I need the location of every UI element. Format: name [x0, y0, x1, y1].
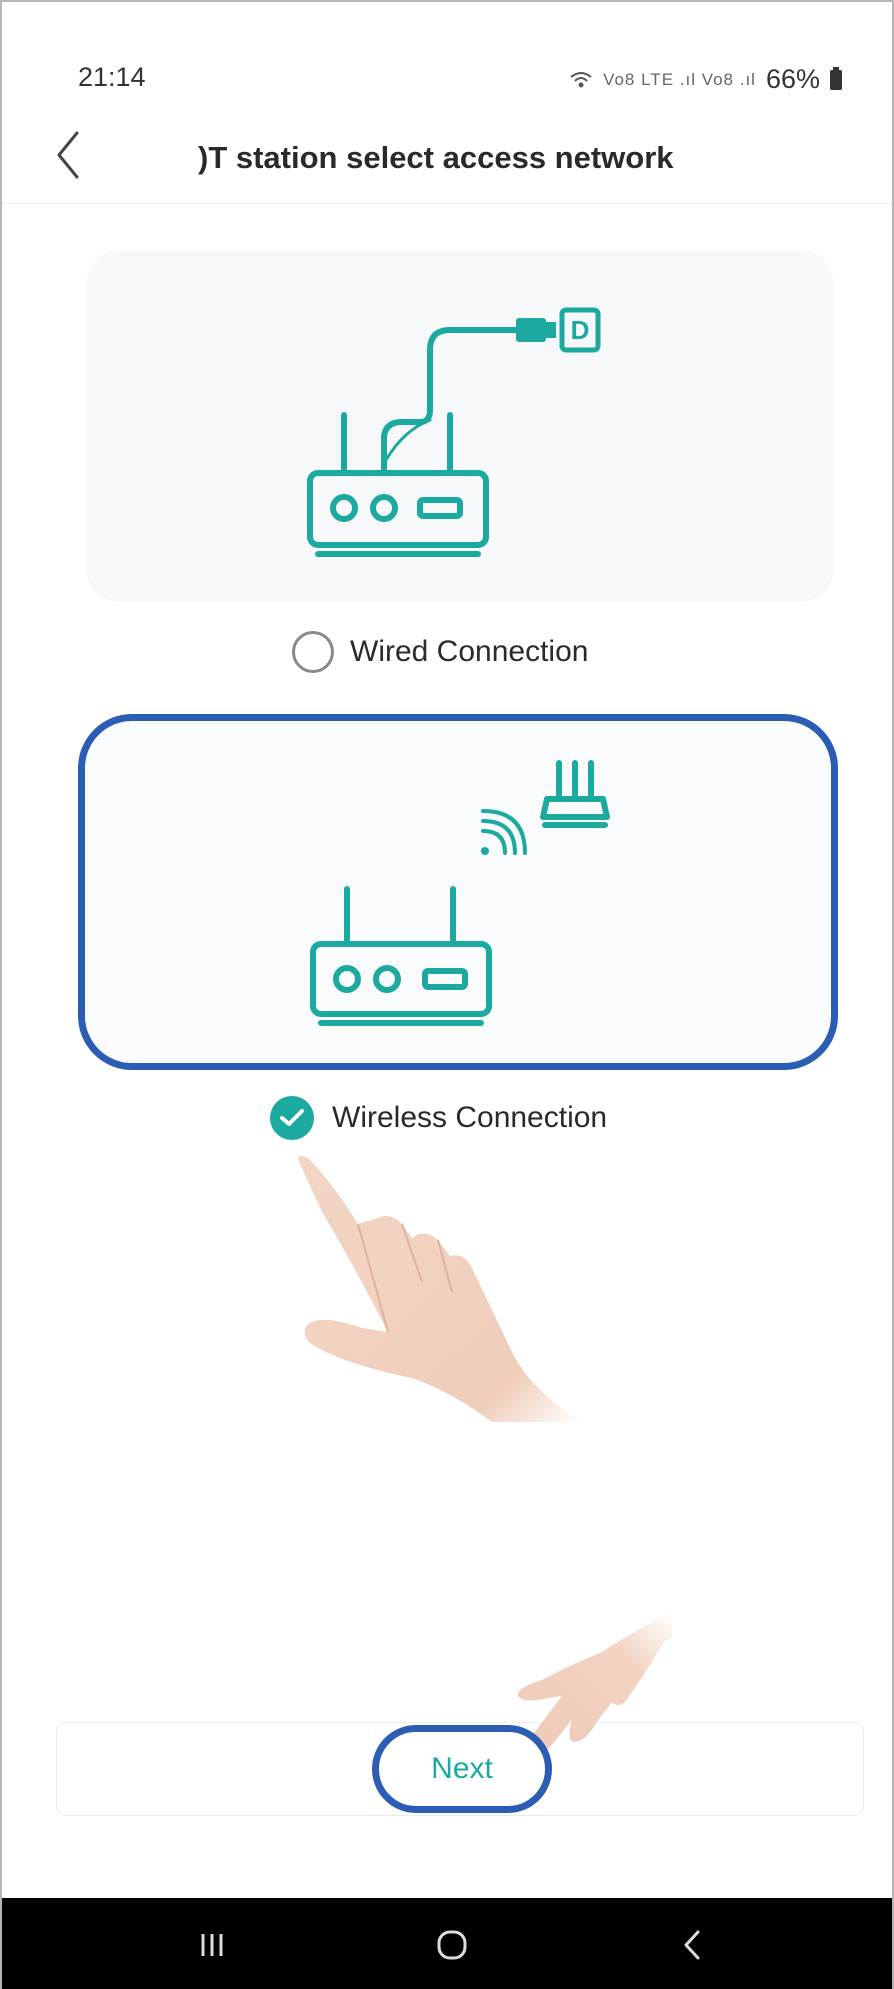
nav-recents-button[interactable]: [152, 1898, 272, 1989]
chevron-left-icon: [57, 131, 79, 179]
network-info: Vo8 LTE .ıl Vo8 .ıl: [603, 69, 756, 89]
wired-router-icon: D: [307, 307, 601, 557]
wired-connection-option[interactable]: Wired Connection: [292, 631, 588, 673]
nav-back-button[interactable]: [632, 1898, 752, 1989]
check-icon: [280, 1109, 304, 1126]
status-bar: 21:14 Vo8 LTE .ıl Vo8 .ıl 66%: [2, 42, 892, 102]
page-title: )T station select access network: [198, 140, 674, 175]
header: )T station select access network: [2, 114, 892, 204]
wifi-icon: [570, 71, 592, 87]
nav-home-button[interactable]: [392, 1898, 512, 1989]
wireless-connection-label: Wireless Connection: [332, 1101, 608, 1134]
next-button[interactable]: Next: [372, 1725, 552, 1813]
wireless-router-icon: [310, 760, 610, 1026]
recents-icon: [201, 1933, 223, 1956]
status-time: 21:14: [78, 62, 146, 92]
wireless-radio-checked[interactable]: [270, 1096, 314, 1140]
wireless-connection-card[interactable]: [78, 714, 838, 1070]
back-button[interactable]: [38, 120, 98, 190]
svg-text:D: D: [571, 315, 590, 345]
battery-icon: [830, 66, 842, 90]
wired-radio[interactable]: [292, 631, 334, 673]
status-icons: Vo8 LTE .ıl Vo8 .ıl 66%: [569, 64, 842, 95]
battery-percent: 66%: [765, 64, 820, 94]
pointing-hand-icon: [298, 1156, 582, 1422]
home-icon: [437, 1930, 467, 1959]
back-icon: [684, 1930, 700, 1959]
wired-connection-card[interactable]: D: [86, 250, 834, 602]
wired-connection-label: Wired Connection: [350, 635, 589, 668]
system-navigation-bar: [2, 1898, 892, 1989]
wireless-connection-option[interactable]: Wireless Connection: [270, 1096, 607, 1140]
phone-screen: 21:14 Vo8 LTE .ıl Vo8 .ıl 66% )T station…: [0, 0, 894, 1989]
